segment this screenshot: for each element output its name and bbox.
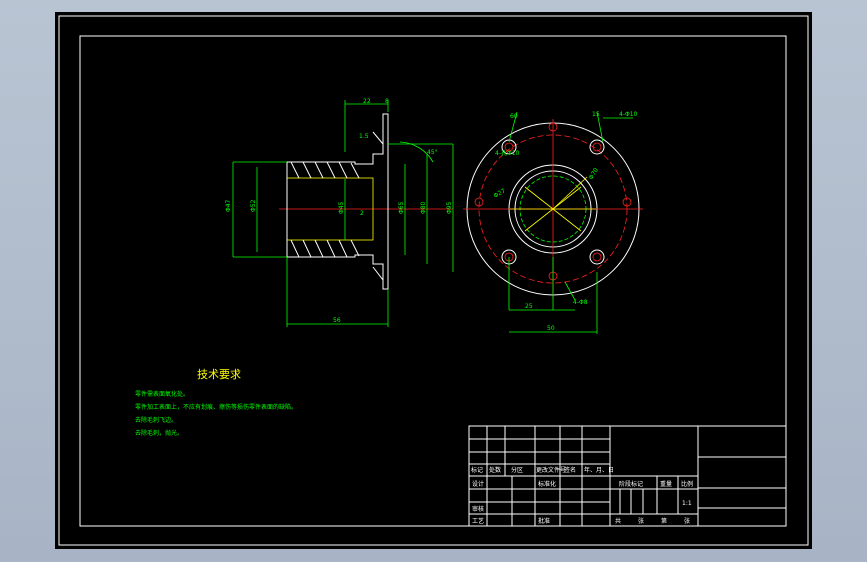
dim-angle: 45° [427,149,438,156]
tb-header-zone: 分区 [511,466,523,474]
tb-header-sign: 签名 [564,466,576,474]
dim-note-left: 4-孔Φ10 [495,149,520,157]
tb-standard: 标准化 [538,480,556,488]
dim-outer-left: Φ47 [225,199,232,212]
cad-drawing: 22 8 1.5 45° Φ47 Φ52 Φ45 Φ65 Φ80 Φ95 2 5… [58,15,809,546]
inner-border [79,35,787,527]
tb-stage: 阶段标记 [619,480,643,488]
end-view: 60 15 4-Φ10 4-孔Φ10 Φ70 Φ27 25 4-Φ8 50 [463,111,643,334]
dim-flange: Φ95 [446,201,453,214]
section-hatch [290,131,384,281]
tb-header-count: 处数 [489,466,501,474]
dim-thickness: 1.5 [359,133,369,140]
dim-inner-left: Φ52 [250,199,257,212]
tb-process: 工艺 [472,517,484,525]
tb-sheet-no: 第 [661,517,667,525]
tech-req-line-3: 去除毛刺飞边。 [135,416,177,424]
dim-hub: Φ80 [420,201,427,214]
tech-req-line-1: 零件需表面氧化处。 [135,390,189,398]
title-block: 标记 处数 分区 更改文件号 签名 年、月、日 设计 标准化 审核 工艺 批准 … [468,425,787,527]
tb-header-date: 年、月、日 [584,466,614,474]
dim-length: 56 [333,317,341,324]
drawing-frame: 22 8 1.5 45° Φ47 Φ52 Φ45 Φ65 Φ80 Φ95 2 5… [55,12,812,549]
tech-req-line-2: 零件加工表面上，不应有划痕、擦伤等损伤零件表面的缺陷。 [135,403,297,411]
tech-requirements: 技术要求 零件需表面氧化处。 零件加工表面上，不应有划痕、擦伤等损伤零件表面的缺… [135,368,297,437]
tb-sheet-total: 共 [615,517,621,525]
dim-holes-top: 4-Φ10 [619,111,638,118]
section-view: 22 8 1.5 45° Φ47 Φ52 Φ45 Φ65 Φ80 Φ95 2 5… [225,98,454,327]
tech-req-title: 技术要求 [197,368,241,381]
dim-holes-bottom: 4-Φ8 [573,299,588,306]
tb-scale-value: 1:1 [682,500,692,507]
outer-border [58,15,809,546]
tb-design: 设计 [472,480,484,488]
tb-review: 审核 [472,505,484,513]
tb-approve: 批准 [538,517,550,525]
dim-mid: Φ65 [398,201,405,214]
dim-bolt: Φ70 [588,167,600,181]
dim-bore: Φ45 [338,201,345,214]
dim-top-a: 22 [363,98,371,105]
dim-top-b: 8 [385,98,389,105]
dim-step: 2 [360,210,364,217]
tb-header-mark: 标记 [471,466,483,474]
dim-width-a: 25 [525,303,533,310]
tb-weight: 重量 [660,480,672,488]
dim-width-b: 50 [547,325,555,332]
tb-sheet-unit-2: 张 [684,517,690,525]
dim-angle-top-left: 60 [510,113,518,120]
tb-scale: 比例 [681,480,693,488]
tb-sheet-unit-1: 张 [638,517,644,525]
dim-angle-top: 15 [592,111,600,118]
dim-bore-end: Φ27 [493,187,507,199]
tb-header-file: 更改文件号 [536,466,566,474]
tech-req-line-4: 去除毛刺，抛光。 [135,429,183,437]
